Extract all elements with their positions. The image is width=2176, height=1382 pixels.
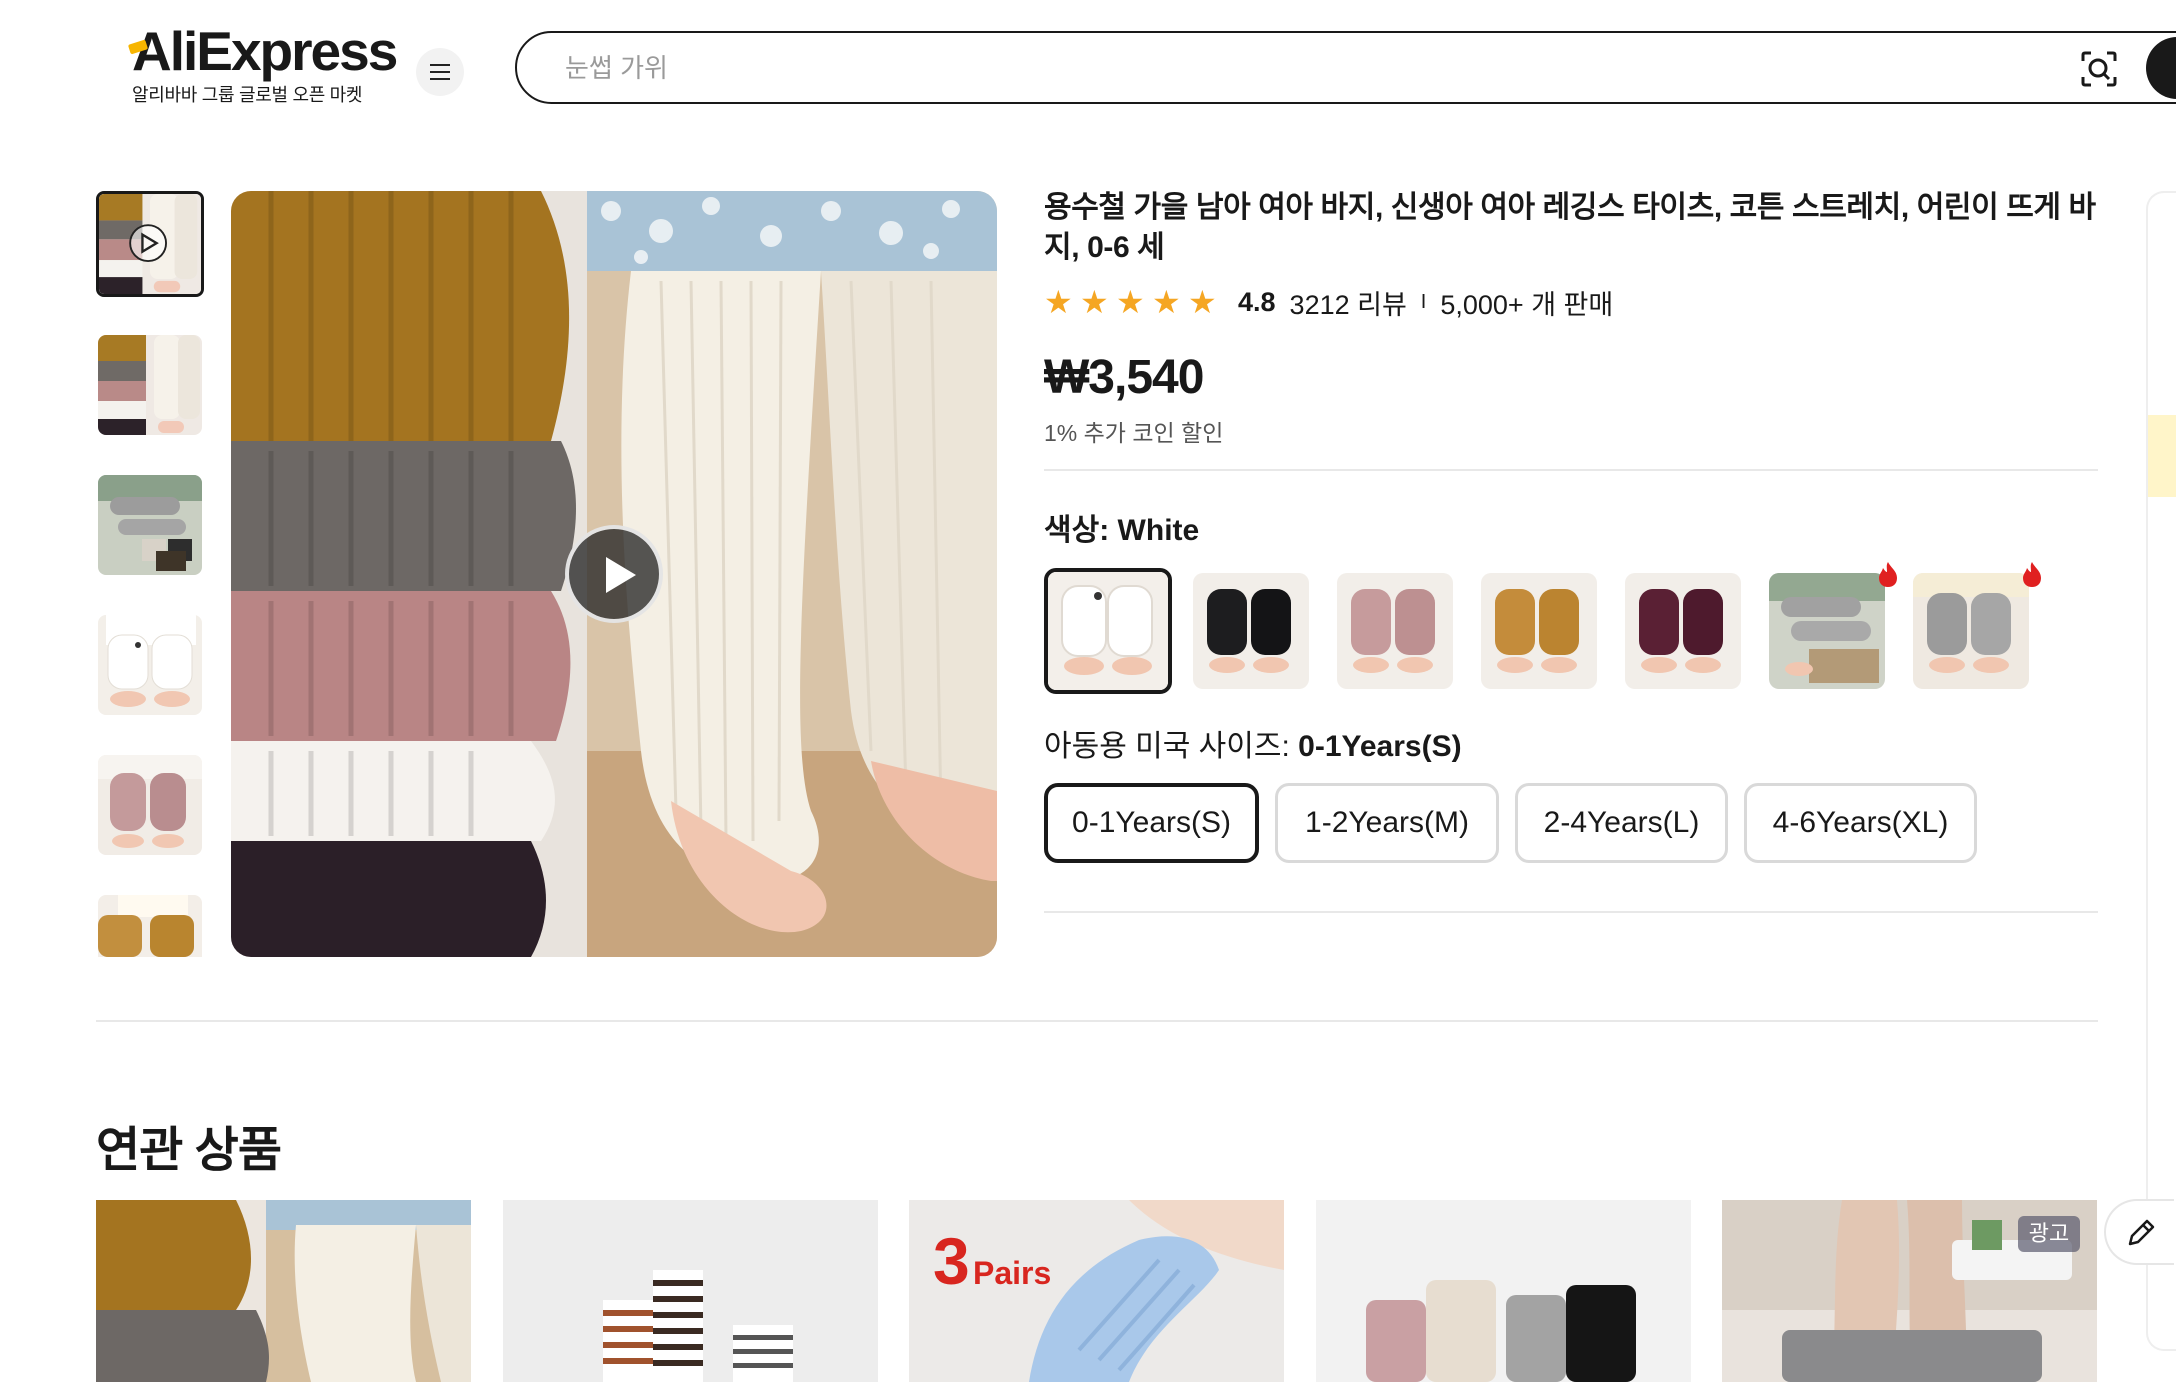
promo-word: Pairs <box>973 1255 1051 1291</box>
color-swatch-wine[interactable] <box>1625 573 1741 689</box>
video-play-icon[interactable] <box>565 525 663 623</box>
related-product-card[interactable] <box>1316 1200 1691 1382</box>
size-label: 아동용 미국 사이즈: 0-1Years(S) <box>1044 721 1462 765</box>
coin-discount: 1% 추가 코인 할인 <box>1044 420 1224 446</box>
promo-number: 3 <box>933 1224 970 1298</box>
swatch-image <box>1048 572 1168 690</box>
thumbnail-2[interactable] <box>98 335 202 435</box>
thumbnail-5[interactable] <box>98 755 202 855</box>
color-swatch-ginger[interactable] <box>1481 573 1597 689</box>
divider <box>1044 469 2098 471</box>
pencil-icon <box>2128 1219 2155 1246</box>
review-count-link[interactable]: 3212 리뷰 <box>1290 283 1407 322</box>
logo-tagline: 알리바바 그룹 글로벌 오픈 마켓 <box>132 85 363 105</box>
right-side-panel <box>2146 191 2176 1351</box>
size-option-m[interactable]: 1-2Years(M) <box>1275 783 1499 863</box>
color-swatch-white[interactable] <box>1044 568 1172 694</box>
related-product-image <box>1316 1200 1691 1382</box>
hot-fire-icon <box>1879 562 1897 587</box>
star-icon: ★ <box>1188 284 1217 320</box>
hot-fire-icon <box>2023 562 2041 587</box>
swatch-image <box>1193 573 1309 689</box>
related-product-card[interactable] <box>96 1200 471 1382</box>
thumbnail-6[interactable] <box>98 895 202 957</box>
ad-badge: 광고 <box>2018 1216 2080 1252</box>
product-title: 용수철 가을 남아 여아 바지, 신생아 여아 레깅스 타이츠, 코튼 스트레치… <box>1044 191 2096 264</box>
swatch-image <box>1769 573 1885 689</box>
thumbnail-image <box>98 475 202 575</box>
thumbnail-3[interactable] <box>98 475 202 575</box>
star-icon: ★ <box>1044 284 1073 320</box>
sold-count: 5,000+ 개 판매 <box>1440 289 1614 320</box>
menu-button[interactable] <box>416 48 464 96</box>
swatch-image <box>1625 573 1741 689</box>
thumbnail-image <box>98 755 202 855</box>
color-swatch-black[interactable] <box>1193 573 1309 689</box>
side-panel-highlight[interactable] <box>2148 415 2176 497</box>
edit-button[interactable] <box>2104 1199 2174 1265</box>
thumbnail-video[interactable] <box>96 191 204 297</box>
hamburger-icon <box>430 64 450 80</box>
related-product-image <box>96 1200 471 1382</box>
color-label-title: 색상: <box>1044 514 1110 547</box>
size-option-s[interactable]: 0-1Years(S) <box>1044 783 1259 863</box>
search-input[interactable] <box>565 49 1965 87</box>
related-products-title: 연관 상품 <box>96 1124 282 1177</box>
separator: I <box>1420 290 1427 313</box>
size-label-title: 아동용 미국 사이즈: <box>1044 730 1290 763</box>
swatch-image <box>1913 573 2029 689</box>
related-product-card[interactable]: 3 Pairs <box>909 1200 1284 1382</box>
thumbnail-image <box>99 194 201 294</box>
rating-value: 4.8 <box>1238 286 1276 317</box>
aliexpress-logo[interactable]: AliExpress 알리바바 그룹 글로벌 오픈 마켓 <box>127 20 398 106</box>
color-selected-value: White <box>1117 514 1200 547</box>
divider <box>1044 911 2098 913</box>
related-product-card[interactable] <box>503 1200 878 1382</box>
star-icon: ★ <box>1080 284 1109 320</box>
thumbnail-image <box>98 335 202 435</box>
thumbnail-image <box>98 615 202 715</box>
color-swatch-grey-print[interactable] <box>1769 573 1885 689</box>
thumbnail-4[interactable] <box>98 615 202 715</box>
swatch-image <box>1337 573 1453 689</box>
image-search-icon[interactable] <box>2079 49 2119 89</box>
swatch-image <box>1481 573 1597 689</box>
star-icon: ★ <box>1152 284 1181 320</box>
color-swatch-grey[interactable] <box>1913 573 2029 689</box>
section-divider <box>96 1020 2098 1022</box>
product-price: ₩3,540 <box>1044 351 1204 404</box>
logo-wordmark: AliExpress <box>132 20 398 82</box>
star-icon: ★ <box>1116 284 1145 320</box>
thumbnail-image <box>98 895 202 957</box>
color-swatch-pink[interactable] <box>1337 573 1453 689</box>
size-selected-value: 0-1Years(S) <box>1298 730 1462 763</box>
related-product-image <box>503 1200 878 1382</box>
related-product-image: 3 Pairs <box>909 1200 1284 1382</box>
search-bar <box>515 31 2176 104</box>
color-label: 색상: White <box>1044 505 1199 549</box>
size-option-xl[interactable]: 4-6Years(XL) <box>1744 783 1977 863</box>
size-option-l[interactable]: 2-4Years(L) <box>1515 783 1728 863</box>
rating-row: ★ ★ ★ ★ ★ 4.8 3212 리뷰 I 5,000+ 개 판매 <box>1044 282 1613 322</box>
